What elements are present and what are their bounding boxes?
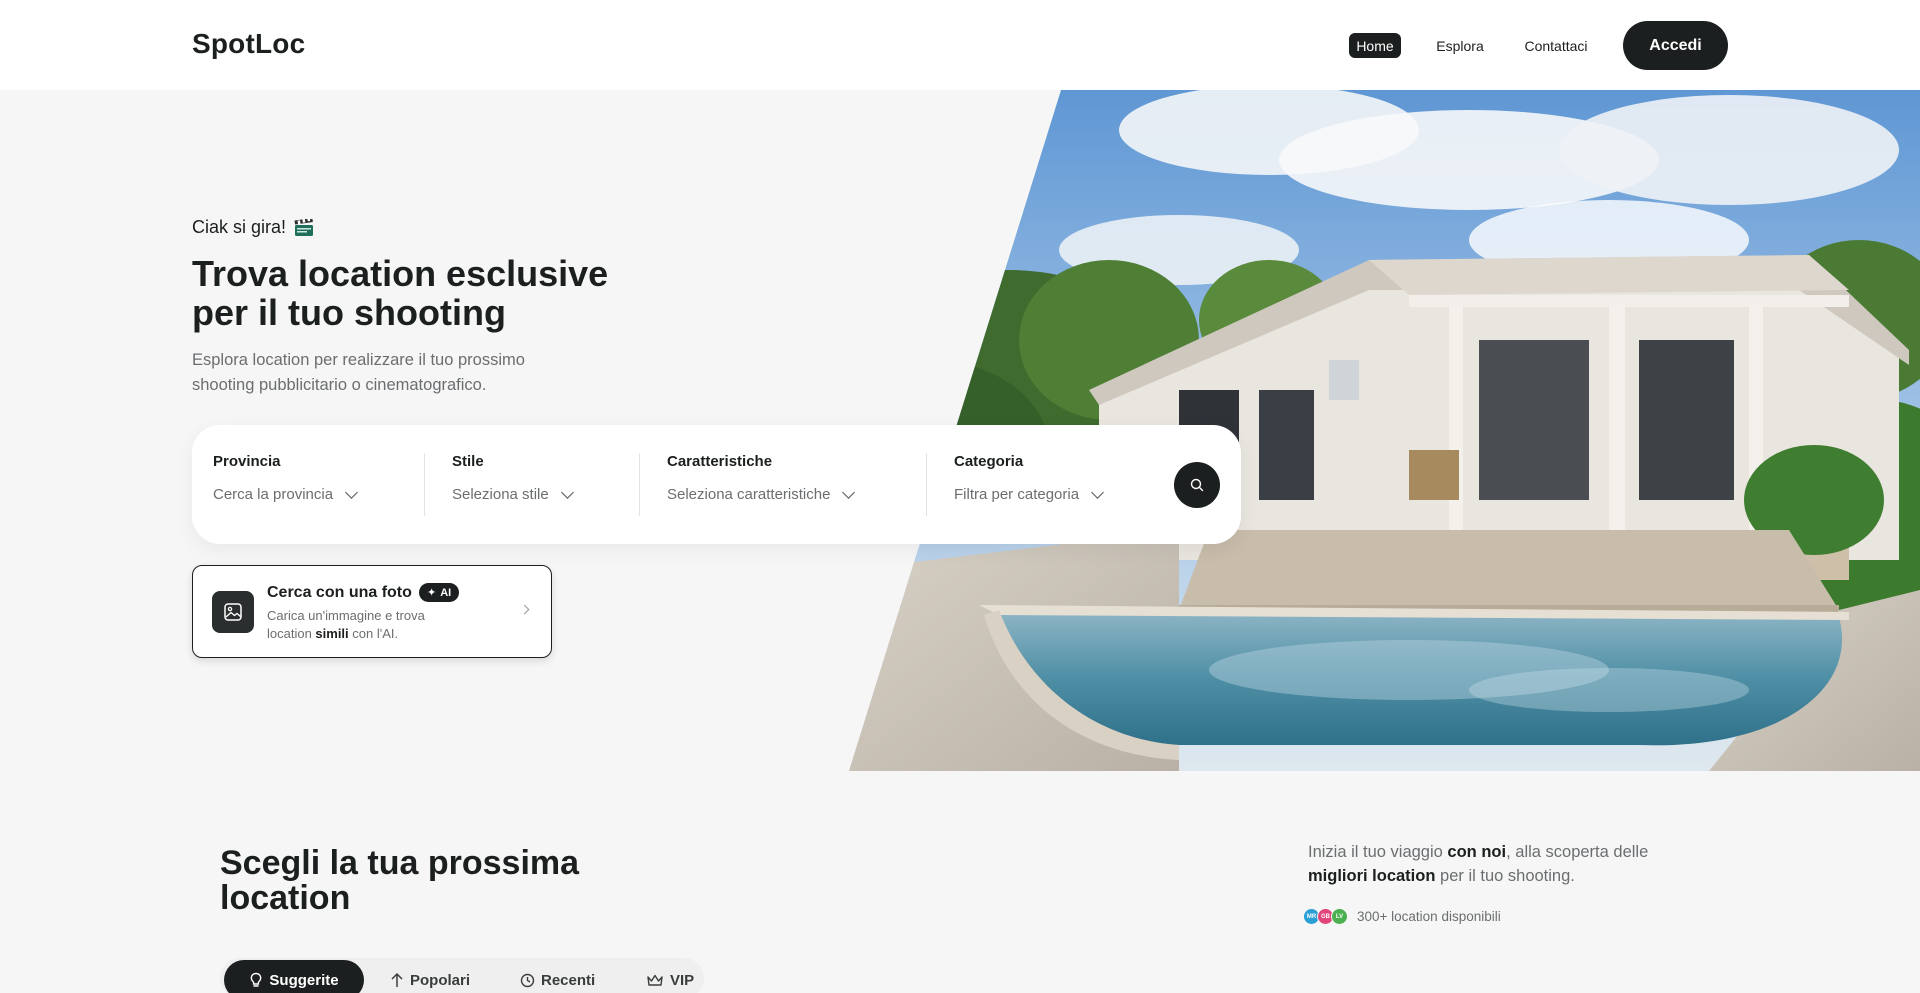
desc-bold: simili <box>315 626 349 641</box>
intro-part: Inizia il tuo viaggio <box>1308 843 1448 861</box>
field-divider <box>424 453 425 516</box>
tab-popular[interactable]: Popolari <box>390 960 480 993</box>
chevron-down-icon <box>345 485 358 499</box>
clapperboard-icon <box>294 216 314 237</box>
avatar-group: MR GB LV <box>1303 908 1348 925</box>
hero-subtitle: Esplora location per realizzare il tuo p… <box>192 351 525 394</box>
chevron-right-icon <box>519 604 530 615</box>
location-tabs: Suggerite Popolari Recenti VIP <box>220 958 704 993</box>
section-intro: Inizia il tuo viaggio con noi, alla scop… <box>1308 840 1708 888</box>
chevron-down-icon <box>842 485 856 499</box>
chevron-down-icon <box>560 485 574 499</box>
tab-label: Suggerite <box>269 971 339 989</box>
avatar: LV <box>1331 908 1348 925</box>
desc-part: con l'AI. <box>348 626 399 641</box>
ai-badge-label: AI <box>440 586 452 599</box>
category-select[interactable]: Filtra per categoria <box>954 485 1104 503</box>
tagline-text: Ciak si gira! <box>192 217 287 237</box>
nav-home[interactable]: Home <box>1349 33 1401 58</box>
features-select[interactable]: Seleziona caratteristiche <box>667 485 856 503</box>
province-label: Provincia <box>213 453 281 470</box>
province-placeholder: Cerca la provincia <box>213 486 334 503</box>
section-title: Scegli la tua prossima location <box>220 844 580 917</box>
search-icon <box>1190 478 1204 492</box>
intro-part: per il tuo shooting. <box>1435 867 1575 885</box>
photo-search-description: Carica un'immagine e trova location simi… <box>267 607 467 643</box>
field-divider <box>926 453 927 516</box>
arrow-up-icon <box>391 972 403 987</box>
search-button[interactable] <box>1174 462 1220 508</box>
tab-vip[interactable]: VIP <box>646 960 706 993</box>
features-label: Caratteristiche <box>667 453 773 470</box>
sparkle-icon: ✦ <box>427 587 437 599</box>
hero-tagline: Ciak si gira! <box>192 216 314 238</box>
style-label: Stile <box>452 453 484 470</box>
nav-contact[interactable]: Contattaci <box>1518 33 1594 58</box>
search-bar: Provincia Cerca la provincia Stile Selez… <box>192 425 1241 544</box>
tab-recent[interactable]: Recenti <box>520 960 610 993</box>
intro-bold: con noi <box>1447 843 1507 861</box>
intro-part: , alla scoperta delle <box>1506 843 1649 861</box>
intro-bold: migliori location <box>1308 867 1436 885</box>
style-placeholder: Seleziona stile <box>452 486 549 503</box>
bulb-icon <box>251 972 262 987</box>
category-label: Categoria <box>954 453 1024 470</box>
clock-icon <box>520 973 535 987</box>
hero-title: Trova location esclusive per il tuo shoo… <box>192 253 609 333</box>
province-select[interactable]: Cerca la provincia <box>213 485 358 503</box>
tab-label: VIP <box>670 971 695 989</box>
login-button[interactable]: Accedi <box>1623 21 1728 70</box>
field-divider <box>639 453 640 516</box>
tab-suggested[interactable]: Suggerite <box>224 960 364 993</box>
features-placeholder: Seleziona caratteristiche <box>667 486 831 503</box>
logo[interactable]: SpotLoc <box>192 28 305 60</box>
photo-search-card[interactable]: Cerca con una foto ✦ AI Carica un'immagi… <box>192 565 552 658</box>
top-header: SpotLoc Home Esplora Contattaci Accedi <box>0 0 1920 90</box>
style-select[interactable]: Seleziona stile <box>452 485 574 503</box>
chevron-down-icon <box>1091 485 1104 499</box>
tab-label: Recenti <box>541 971 596 989</box>
ai-badge: ✦ AI <box>419 583 460 602</box>
nav-explore[interactable]: Esplora <box>1431 33 1489 58</box>
photo-search-title: Cerca con una foto <box>267 584 412 601</box>
tab-label: Popolari <box>410 971 471 989</box>
location-count: 300+ location disponibili <box>1357 909 1501 924</box>
image-icon <box>212 591 254 633</box>
category-placeholder: Filtra per categoria <box>954 486 1080 503</box>
crown-icon <box>647 974 663 986</box>
